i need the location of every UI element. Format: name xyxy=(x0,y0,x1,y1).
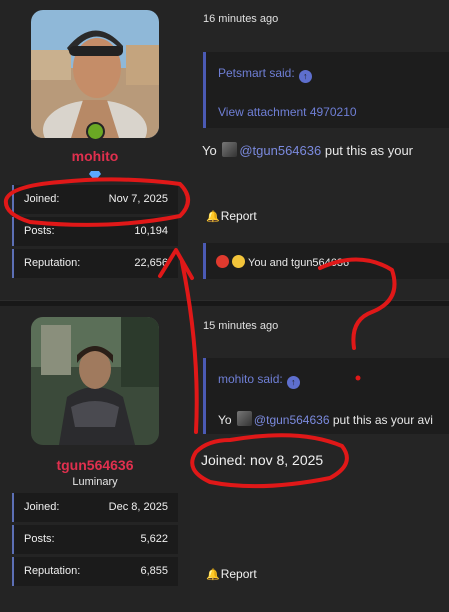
stat-label: Posts: xyxy=(24,533,55,545)
quote-block: Petsmart said: ↑ View attachment 4970210 xyxy=(203,52,449,128)
user-stats: Joined: Nov 7, 2025 Posts: 10,194 Reputa… xyxy=(12,185,178,281)
avatar[interactable] xyxy=(31,10,159,138)
jump-up-icon[interactable]: ↑ xyxy=(298,70,312,83)
quote-author[interactable]: Petsmart said: ↑ xyxy=(218,66,312,83)
stat-joined: Joined: Nov 7, 2025 xyxy=(12,185,178,214)
username[interactable]: mohito xyxy=(0,148,190,164)
attachment-link[interactable]: View attachment 4970210 xyxy=(218,105,357,119)
stat-joined: Joined: Dec 8, 2025 xyxy=(12,493,178,522)
stat-value: Nov 7, 2025 xyxy=(108,193,168,205)
mention-avatar-icon xyxy=(222,142,238,157)
stat-posts: Posts: 5,622 xyxy=(12,525,178,554)
stat-value: 5,622 xyxy=(140,533,168,545)
bell-icon: 🔔 xyxy=(206,211,220,223)
stat-label: Posts: xyxy=(24,225,55,237)
user-stats: Joined: Dec 8, 2025 Posts: 5,622 Reputat… xyxy=(12,493,178,589)
post-2: tgun564636 Luminary Joined: Dec 8, 2025 … xyxy=(0,306,449,612)
report-button[interactable]: 🔔Report xyxy=(206,567,257,581)
stat-value: 6,855 xyxy=(140,565,168,577)
post-content: 15 minutes ago mohito said: ↑ Yo @tgun564… xyxy=(190,306,449,612)
stat-reputation: Reputation: 6,855 xyxy=(12,557,178,586)
jump-up-icon[interactable]: ↑ xyxy=(286,376,300,389)
stat-value: 22,656 xyxy=(134,257,168,269)
stat-posts: Posts: 10,194 xyxy=(12,217,178,246)
stat-label: Joined: xyxy=(24,193,60,205)
stat-label: Reputation: xyxy=(24,257,81,269)
avatar[interactable] xyxy=(31,317,159,445)
username[interactable]: tgun564636 xyxy=(0,457,190,473)
post-time[interactable]: 16 minutes ago xyxy=(203,13,278,25)
user-mention[interactable]: @tgun564636 xyxy=(254,413,330,427)
laughing-emoji-icon xyxy=(232,255,245,268)
mention-avatar-icon xyxy=(236,411,252,426)
post-1: mohito Joined: Nov 7, 2025 Posts: 10,194… xyxy=(0,0,449,300)
stat-value: Dec 8, 2025 xyxy=(108,501,168,513)
user-mention[interactable]: @tgun564636 xyxy=(239,143,321,158)
user-title: Luminary xyxy=(72,476,118,488)
avatar-photo xyxy=(31,10,159,138)
quote-text: Yo @tgun564636 put this as your avi xyxy=(218,411,433,427)
angry-emoji-icon xyxy=(216,255,229,268)
message-text: Yo @tgun564636 put this as your xyxy=(202,142,414,158)
report-button[interactable]: 🔔Report xyxy=(206,209,257,223)
stat-label: Reputation: xyxy=(24,565,81,577)
user-pane: mohito Joined: Nov 7, 2025 Posts: 10,194… xyxy=(0,0,190,300)
online-status-icon xyxy=(86,122,105,141)
stat-label: Joined: xyxy=(24,501,60,513)
diamond-icon xyxy=(89,168,101,181)
user-pane: tgun564636 Luminary Joined: Dec 8, 2025 … xyxy=(0,306,190,612)
post-time[interactable]: 15 minutes ago xyxy=(203,320,278,332)
stat-reputation: Reputation: 22,656 xyxy=(12,249,178,278)
quote-block: mohito said: ↑ Yo @tgun564636 put this as… xyxy=(203,358,449,434)
reactions-summary[interactable]: You and tgun564636 xyxy=(216,255,349,269)
bell-icon: 🔔 xyxy=(206,569,220,581)
avatar-photo xyxy=(31,317,159,445)
post-content: 16 minutes ago Petsmart said: ↑ View atta… xyxy=(190,0,449,300)
stat-value: 10,194 xyxy=(134,225,168,237)
quote-author[interactable]: mohito said: ↑ xyxy=(218,372,300,389)
reactions-bar[interactable]: You and tgun564636 xyxy=(203,243,449,279)
